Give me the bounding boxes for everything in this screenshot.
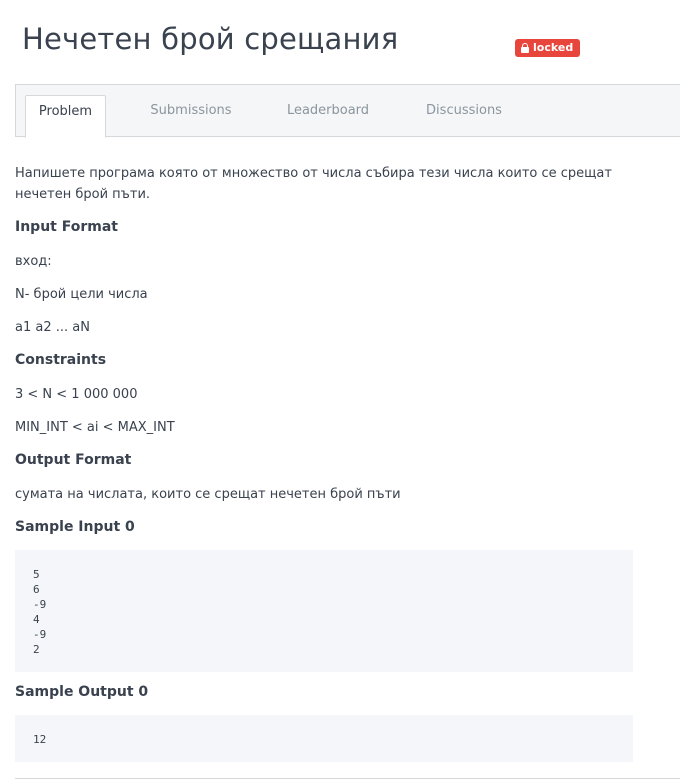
locked-badge: locked [515, 39, 581, 57]
input-format-heading: Input Format [15, 219, 118, 235]
tab-submissions[interactable]: Submissions [141, 95, 241, 138]
sample-output-heading: Sample Output 0 [15, 684, 149, 700]
input-line: вход: [15, 254, 52, 269]
tab-bar: Problem Submissions Leaderboard Discussi… [15, 84, 680, 138]
badge-label: locked [533, 41, 574, 54]
statement-text: Напишете програма която от множество от … [15, 166, 612, 202]
lock-icon [521, 43, 529, 53]
constraint-line: MIN_INT < ai < MAX_INT [15, 420, 175, 435]
input-line: a1 a2 ... aN [15, 320, 90, 335]
constraint-line: 3 < N < 1 000 000 [15, 387, 138, 402]
output-format-heading: Output Format [15, 452, 132, 468]
tab-leaderboard[interactable]: Leaderboard [278, 95, 378, 138]
divider [15, 778, 680, 779]
output-text: сумата на числата, които се срещат нечет… [15, 487, 401, 502]
constraints-heading: Constraints [15, 352, 107, 368]
sample-output-code[interactable]: 12 [15, 715, 633, 762]
page-title: Нечетен брой срещания [22, 22, 399, 56]
tab-discussions[interactable]: Discussions [414, 95, 514, 138]
input-line: N- брой цели числа [15, 287, 148, 302]
sample-input-code[interactable]: 5 6 -9 4 -9 2 [15, 550, 633, 672]
sample-input-heading: Sample Input 0 [15, 519, 135, 535]
tab-problem[interactable]: Problem [25, 95, 106, 138]
